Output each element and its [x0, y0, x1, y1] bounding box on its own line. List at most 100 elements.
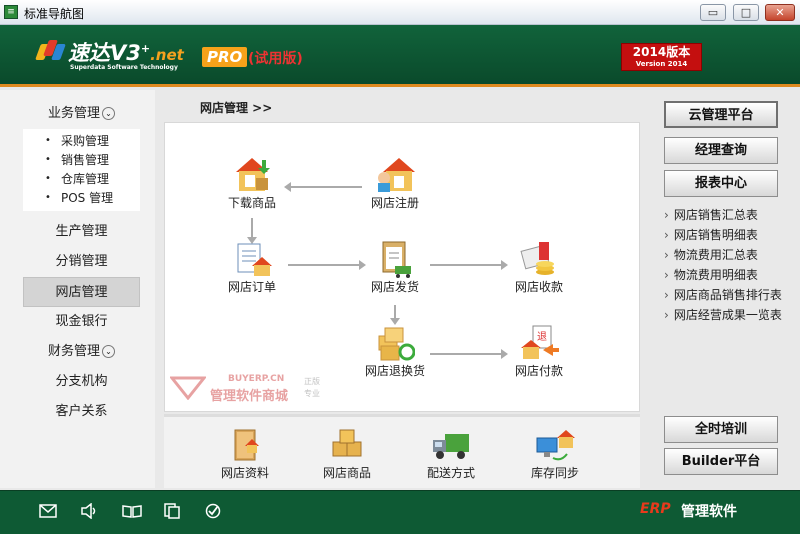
- version-cn: 2014版本: [632, 45, 691, 59]
- sync-computer-icon: [535, 424, 575, 464]
- close-button[interactable]: ✕: [765, 4, 795, 21]
- nav-crm[interactable]: 客户关系: [23, 397, 140, 427]
- flow-arrow: [430, 260, 508, 270]
- flow-store-pay[interactable]: 退 网店付款: [502, 322, 576, 378]
- store-ship-icon: [375, 238, 415, 278]
- chevron-down-icon: ⌄: [102, 345, 115, 358]
- flow-arrow: [284, 182, 362, 192]
- store-receive-label: 网店收款: [514, 280, 563, 294]
- mail-icon[interactable]: [38, 501, 58, 521]
- store-return-icon: [375, 322, 416, 362]
- flow-arrow: [288, 260, 366, 270]
- nav-distribution[interactable]: 分销管理: [23, 247, 140, 277]
- pro-badge: PRO: [202, 47, 248, 67]
- sub-item-purchase[interactable]: 采购管理: [45, 134, 109, 148]
- logo-subtitle: Superdata Software Technology: [70, 64, 178, 71]
- logo-icon: [35, 40, 66, 62]
- logo-main: 速达V3: [68, 41, 141, 65]
- manager-query-button[interactable]: 经理查询: [664, 137, 778, 164]
- business-submenu: 采购管理 销售管理 仓库管理 POS 管理: [23, 129, 140, 211]
- training-button[interactable]: 全时培训: [664, 416, 778, 443]
- svg-text:退: 退: [537, 331, 547, 343]
- store-order-icon: [232, 238, 272, 278]
- watermark-side1: 正版: [304, 377, 320, 386]
- nav-branches[interactable]: 分支机构: [23, 367, 140, 397]
- maximize-button[interactable]: □: [733, 4, 759, 21]
- tool-delivery-label: 配送方式: [426, 466, 475, 480]
- cloud-platform-button[interactable]: 云管理平台: [664, 101, 778, 128]
- flow-arrow: [390, 305, 400, 325]
- download-goods-label: 下载商品: [227, 196, 276, 210]
- store-order-label: 网店订单: [227, 280, 276, 294]
- tool-stock-sync-label: 库存同步: [530, 466, 579, 480]
- download-goods-icon: [232, 154, 272, 194]
- flow-store-ship[interactable]: 网店发货: [358, 238, 432, 294]
- tool-stock-sync[interactable]: 库存同步: [518, 424, 592, 480]
- nav-finance[interactable]: 财务管理 ⌄: [23, 337, 140, 367]
- report-center-button[interactable]: 报表中心: [664, 170, 778, 197]
- sub-item-sales[interactable]: 销售管理: [45, 153, 109, 167]
- logo-plus: +: [140, 42, 151, 55]
- tool-store-goods-label: 网店商品: [322, 466, 371, 480]
- store-register-label: 网店注册: [370, 196, 419, 210]
- store-ship-label: 网店发货: [370, 280, 419, 294]
- report-link[interactable]: 网店销售汇总表: [664, 208, 758, 222]
- flow-store-receive[interactable]: 网店收款: [502, 238, 576, 294]
- boxes-icon: [327, 424, 367, 464]
- nav-finance-label: 财务管理: [47, 344, 100, 359]
- watermark-logo-icon: [170, 376, 206, 400]
- window-title: 标准导航图: [24, 7, 85, 21]
- watermark-side2: 专业: [304, 389, 320, 398]
- nav-cash-bank[interactable]: 现金银行: [23, 307, 140, 337]
- flow-store-order[interactable]: 网店订单: [215, 238, 289, 294]
- footer-bar: ERP 管理软件: [0, 490, 800, 534]
- report-link[interactable]: 网店商品销售排行表: [664, 288, 782, 302]
- store-receive-icon: [519, 238, 559, 278]
- watermark: BUYERP.CN 管理软件商城 正版 专业: [170, 374, 340, 404]
- check-circle-icon[interactable]: [203, 501, 223, 521]
- store-return-label: 网店退换货: [364, 364, 425, 378]
- nav-business[interactable]: 业务管理 ⌄: [23, 99, 140, 129]
- store-register-icon: [375, 154, 415, 194]
- flow-store-register[interactable]: 网店注册: [358, 154, 432, 210]
- watermark-cn: 管理软件商城: [210, 389, 289, 404]
- tool-store-goods[interactable]: 网店商品: [310, 424, 384, 480]
- header-banner: 速达V3+.net Superdata Software Technology …: [0, 25, 800, 87]
- nav-production[interactable]: 生产管理: [23, 217, 140, 247]
- report-link[interactable]: 网店经营成果一览表: [664, 308, 782, 322]
- book-icon[interactable]: [122, 501, 142, 521]
- trial-label: (试用版): [248, 51, 303, 67]
- report-link[interactable]: 物流费用明细表: [664, 268, 758, 282]
- version-badge: 2014版本 Version 2014: [621, 43, 702, 71]
- tool-store-info-label: 网店资料: [220, 466, 269, 480]
- flow-download-goods[interactable]: 下载商品: [215, 154, 289, 210]
- sub-item-pos[interactable]: POS 管理: [45, 191, 113, 205]
- breadcrumb: 网店管理 >>: [200, 101, 273, 115]
- report-link[interactable]: 物流费用汇总表: [664, 248, 758, 262]
- chevron-down-icon: ⌄: [102, 107, 115, 120]
- title-bar: ≡ 标准导航图 ▭ □ ✕: [0, 0, 800, 25]
- flow-arrow: [247, 218, 257, 244]
- watermark-text: BUYERP.CN: [228, 374, 285, 384]
- speaker-icon[interactable]: [79, 501, 99, 521]
- version-en: Version 2014: [635, 60, 688, 68]
- tool-delivery[interactable]: 配送方式: [414, 424, 488, 480]
- tool-store-info[interactable]: 网店资料: [208, 424, 282, 480]
- minimize-button[interactable]: ▭: [700, 4, 726, 21]
- nav-online-store[interactable]: 网店管理: [23, 277, 140, 307]
- copy-icon[interactable]: [162, 501, 182, 521]
- sub-item-warehouse[interactable]: 仓库管理: [45, 172, 109, 186]
- erp-label: ERP: [640, 501, 671, 517]
- logo-net: .net: [150, 46, 184, 64]
- logo-text: 速达V3+.net: [68, 37, 184, 67]
- erp-text: 管理软件: [681, 504, 737, 520]
- store-pay-icon: 退: [519, 322, 559, 362]
- report-link[interactable]: 网店销售明细表: [664, 228, 758, 242]
- folder-icon: [225, 424, 265, 464]
- truck-icon: [431, 424, 471, 464]
- flow-arrow: [430, 349, 508, 359]
- flow-store-return[interactable]: 网店退换货: [358, 322, 432, 378]
- app-icon: ≡: [4, 5, 18, 19]
- builder-platform-button[interactable]: Builder平台: [664, 448, 778, 475]
- nav-business-label: 业务管理: [47, 106, 100, 121]
